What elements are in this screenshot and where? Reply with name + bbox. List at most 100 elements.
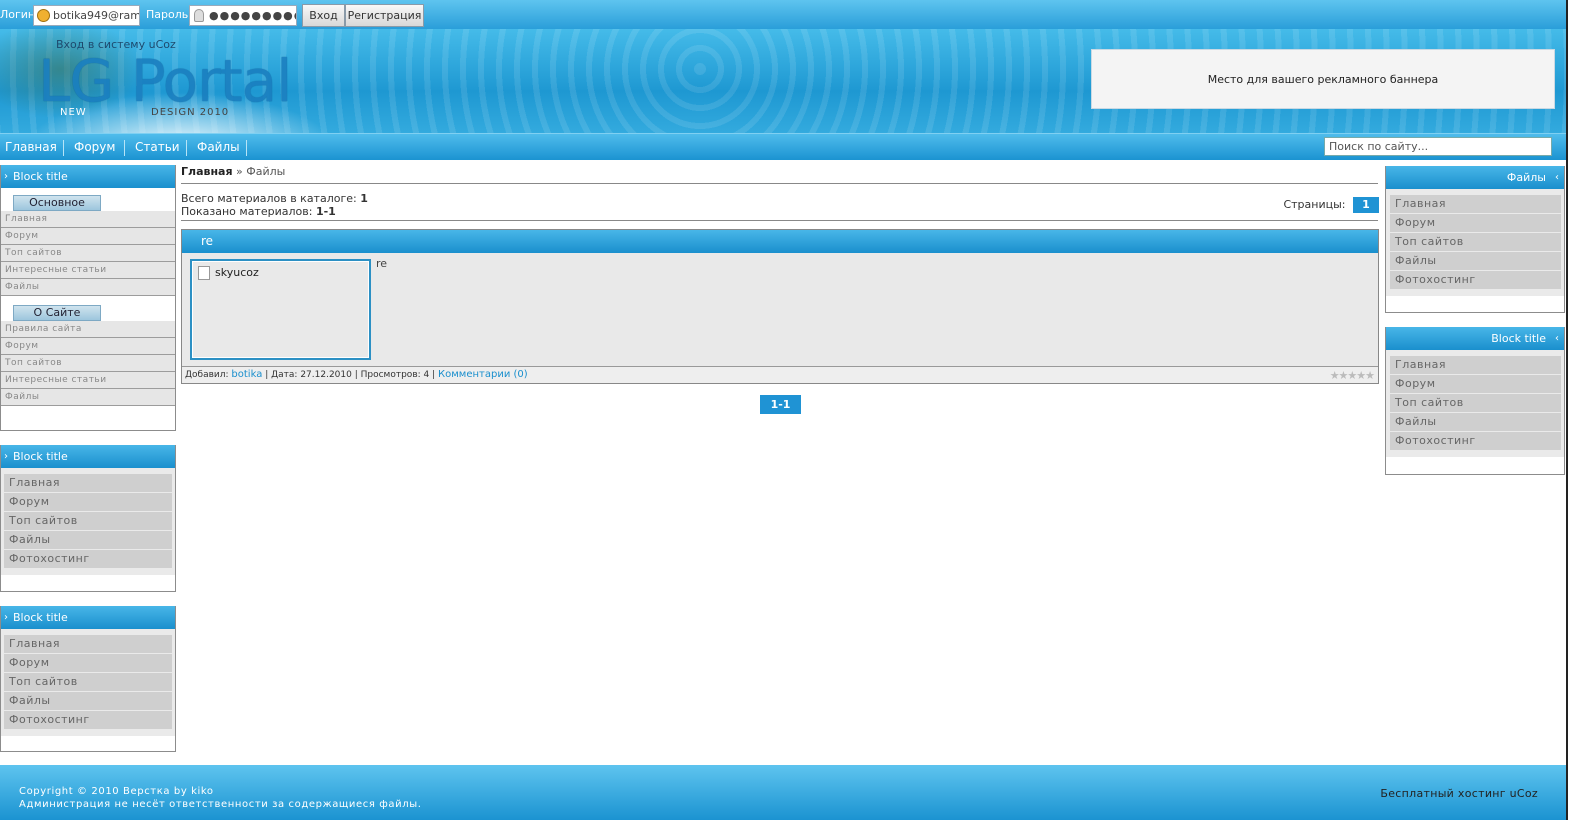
block-title: › Block title	[1, 606, 175, 629]
right-block-1: Файлы ‹ Главная Форум Топ сайтов Файлы Ф…	[1385, 166, 1565, 313]
breadcrumb-home[interactable]: Главная	[181, 165, 233, 178]
page-number[interactable]: 1	[1353, 197, 1379, 213]
menu-item[interactable]: Фотохостинг	[4, 550, 172, 568]
menu-item[interactable]: Форум	[1, 228, 175, 245]
nav-item-files[interactable]: Файлы	[197, 140, 240, 154]
image-icon	[198, 266, 210, 280]
menu-item[interactable]: Форум	[1, 338, 175, 355]
shown-value: 1-1	[315, 205, 336, 218]
block-title-text: Block title	[13, 170, 68, 183]
register-button[interactable]: Регистрация	[345, 4, 424, 27]
copyright-text: Copyright © 2010 Верстка by kiko	[19, 786, 214, 797]
block-title-text: Block title	[1491, 332, 1546, 345]
menu-item[interactable]: Главная	[4, 474, 172, 492]
breadcrumb-current: Файлы	[246, 165, 286, 178]
menu-item[interactable]: Форум	[1390, 375, 1561, 393]
site-footer: Copyright © 2010 Верстка by kiko Админис…	[0, 765, 1568, 820]
block-title: Файлы ‹	[1386, 166, 1564, 189]
divider	[181, 183, 1378, 184]
block-menu: Главная Форум Топ сайтов Файлы Фотохости…	[1386, 189, 1564, 296]
main-nav: Главная Форум Статьи Файлы Поиск по сайт…	[0, 133, 1568, 160]
menu-item[interactable]: Файлы	[4, 692, 172, 710]
breadcrumb: Главная » Файлы	[181, 165, 285, 178]
search-input[interactable]: Поиск по сайту...	[1324, 137, 1552, 156]
left-block-1: › Block title Основное Главная Форум Топ…	[0, 165, 176, 431]
block-title-text: Файлы	[1506, 171, 1546, 184]
menu-item[interactable]: Правила сайта	[1, 321, 175, 338]
key-icon	[194, 9, 204, 22]
catalog-stats: Всего материалов в каталоге: 1 Показано …	[181, 192, 368, 218]
menu-item[interactable]: Форум	[4, 654, 172, 672]
total-value: 1	[360, 192, 368, 205]
chevron-left-icon: ‹	[1555, 333, 1559, 344]
menu-item[interactable]: Главная	[1, 211, 175, 228]
nav-separator	[63, 140, 64, 156]
left-block-3: › Block title Главная Форум Топ сайтов Ф…	[0, 606, 176, 752]
entry-title[interactable]: re	[182, 230, 1378, 253]
block-menu: Главная Форум Топ сайтов Файлы Фотохости…	[1, 629, 175, 736]
menu-item[interactable]: Фотохостинг	[1390, 432, 1561, 450]
author-link[interactable]: botika	[231, 369, 262, 380]
disclaimer-text: Администрация не несёт ответственности з…	[19, 799, 422, 810]
menu-item[interactable]: Форум	[1390, 214, 1561, 232]
menu-item[interactable]: Топ сайтов	[1, 245, 175, 262]
hosting-link[interactable]: Бесплатный хостинг uCoz	[1380, 787, 1538, 800]
menu-item[interactable]: Топ сайтов	[1390, 394, 1561, 412]
section-header: Основное	[13, 195, 101, 211]
login-input[interactable]: botika949@rambler.ru	[33, 5, 140, 26]
block-title: › Block title	[1, 445, 175, 468]
added-label: Добавил:	[185, 370, 229, 380]
entry-date: 27.12.2010	[300, 370, 352, 380]
entry-message: re	[376, 257, 388, 270]
entry-details: Добавил: botika | Дата: 27.12.2010 | Про…	[182, 366, 1378, 383]
menu-item[interactable]: Файлы	[1, 389, 175, 406]
block-menu: Главная Форум Топ сайтов Файлы Фотохости…	[1, 468, 175, 575]
menu-item[interactable]: Файлы	[4, 531, 172, 549]
nav-separator	[124, 140, 125, 156]
site-logo[interactable]: LG Portal	[38, 47, 292, 115]
menu-item[interactable]: Главная	[1390, 356, 1561, 374]
login-button[interactable]: Вход	[302, 4, 345, 27]
block-title: Block title ‹	[1386, 327, 1564, 350]
views-label: Просмотров:	[360, 370, 421, 380]
entry-thumbnail[interactable]: skyucoz	[190, 259, 371, 360]
menu-item[interactable]: Топ сайтов	[4, 512, 172, 530]
section-menu: Правила сайта Форум Топ сайтов Интересны…	[1, 321, 175, 406]
menu-item[interactable]: Файлы	[1390, 252, 1561, 270]
menu-item[interactable]: Топ сайтов	[4, 673, 172, 691]
comments-link[interactable]: Комментарии (0)	[438, 369, 528, 380]
pages-label: Страницы:	[1283, 198, 1346, 211]
nav-item-articles[interactable]: Статьи	[135, 140, 180, 154]
block-title-text: Block title	[13, 611, 68, 624]
menu-item[interactable]: Главная	[1390, 195, 1561, 213]
section-header: О Сайте	[13, 305, 101, 321]
file-entry: re skyucoz re Добавил: botika | Дата: 27…	[181, 229, 1379, 384]
nav-item-home[interactable]: Главная	[5, 140, 57, 154]
views-count: 4	[423, 370, 430, 380]
login-bar: Логин: botika949@rambler.ru Пароль: ●●●●…	[0, 0, 1568, 29]
block-title-text: Block title	[13, 450, 68, 463]
divider	[181, 220, 1378, 221]
nav-separator	[246, 140, 247, 156]
logo-design: DESIGN 2010	[151, 107, 230, 118]
menu-item[interactable]: Интересные статьи	[1, 262, 175, 279]
chevron-right-icon: ›	[4, 171, 8, 182]
nav-item-forum[interactable]: Форум	[74, 140, 115, 154]
chevron-right-icon: ›	[4, 612, 8, 623]
menu-item[interactable]: Главная	[4, 635, 172, 653]
rating-stars-icon[interactable]: ★★★★★	[1330, 369, 1375, 382]
menu-item[interactable]: Топ сайтов	[1390, 233, 1561, 251]
menu-item[interactable]: Топ сайтов	[1, 355, 175, 372]
menu-item[interactable]: Фотохостинг	[4, 711, 172, 729]
menu-item[interactable]: Фотохостинг	[1390, 271, 1561, 289]
pagination-range[interactable]: 1-1	[760, 395, 801, 414]
menu-item[interactable]: Файлы	[1390, 413, 1561, 431]
password-input[interactable]: ●●●●●●●●●	[189, 5, 297, 26]
menu-item[interactable]: Форум	[4, 493, 172, 511]
menu-item[interactable]: Интересные статьи	[1, 372, 175, 389]
login-value: botika949@rambler.ru	[53, 9, 140, 22]
ad-banner[interactable]: Место для вашего рекламного баннера	[1091, 49, 1555, 109]
menu-item[interactable]: Файлы	[1, 279, 175, 296]
pages-indicator: Страницы: 1	[1283, 197, 1379, 213]
right-block-2: Block title ‹ Главная Форум Топ сайтов Ф…	[1385, 327, 1565, 475]
